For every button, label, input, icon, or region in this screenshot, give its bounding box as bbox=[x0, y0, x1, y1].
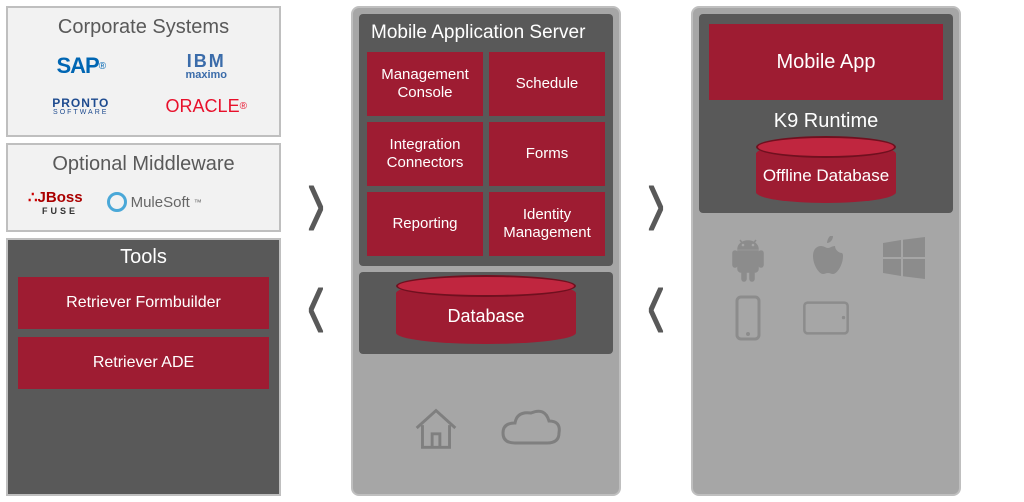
platform-icons bbox=[699, 219, 953, 357]
arrows-center-right: › ‹ bbox=[621, 6, 691, 496]
database-cylinder-icon: Database bbox=[396, 282, 576, 344]
tablet-icon bbox=[801, 293, 851, 343]
database-panel: Database bbox=[359, 272, 613, 354]
app-server-title: Mobile Application Server bbox=[371, 22, 605, 44]
deployment-icons bbox=[359, 360, 613, 488]
runtime-label: K9 Runtime bbox=[774, 110, 879, 133]
jboss-fuse-logo: ∴JBossFUSE bbox=[28, 188, 83, 216]
module-schedule: Schedule bbox=[489, 52, 605, 116]
pronto-logo: PRONTOSOFTWARE bbox=[28, 91, 134, 121]
tool-formbuilder: Retriever Formbuilder bbox=[18, 277, 269, 329]
tool-ade: Retriever ADE bbox=[18, 337, 269, 389]
sap-logo: SAP® bbox=[28, 51, 134, 81]
app-server-panel: Mobile Application Server Management Con… bbox=[359, 14, 613, 266]
corporate-systems-panel: Corporate Systems SAP® IBMmaximo PRONTOS… bbox=[6, 6, 281, 137]
middleware-title: Optional Middleware bbox=[18, 153, 269, 176]
tools-title: Tools bbox=[18, 246, 269, 269]
module-forms: Forms bbox=[489, 122, 605, 186]
arrows-left-center: › ‹ bbox=[281, 6, 351, 496]
mobile-app-block: Mobile App bbox=[709, 24, 943, 100]
modules-grid: Management Console Schedule Integration … bbox=[367, 52, 605, 256]
database-label: Database bbox=[447, 306, 524, 327]
android-icon bbox=[723, 233, 773, 283]
corporate-logo-grid: SAP® IBMmaximo PRONTOSOFTWARE ORACLE® bbox=[18, 47, 269, 125]
arrow-left-icon: ‹ bbox=[306, 244, 325, 359]
cloud-icon bbox=[495, 403, 565, 453]
center-column: Mobile Application Server Management Con… bbox=[351, 6, 621, 496]
offline-database-cylinder-icon: Offline Database bbox=[756, 143, 896, 203]
mulesoft-logo: MuleSoft™ bbox=[107, 192, 202, 212]
offline-database-label: Offline Database bbox=[763, 167, 889, 186]
corporate-systems-title: Corporate Systems bbox=[18, 16, 269, 39]
tools-panel: Tools Retriever Formbuilder Retriever AD… bbox=[6, 238, 281, 496]
phone-icon bbox=[723, 293, 773, 343]
left-column: Corporate Systems SAP® IBMmaximo PRONTOS… bbox=[6, 6, 281, 496]
tools-list: Retriever Formbuilder Retriever ADE bbox=[18, 277, 269, 389]
architecture-diagram: Corporate Systems SAP® IBMmaximo PRONTOS… bbox=[0, 0, 1024, 502]
arrow-left-icon: ‹ bbox=[646, 244, 665, 359]
oracle-logo: ORACLE® bbox=[154, 91, 260, 121]
apple-icon bbox=[801, 233, 851, 283]
module-identity-management: Identity Management bbox=[489, 192, 605, 256]
module-integration-connectors: Integration Connectors bbox=[367, 122, 483, 186]
right-column: Mobile App K9 Runtime Offline Database bbox=[691, 6, 961, 496]
ibm-maximo-logo: IBMmaximo bbox=[154, 51, 260, 81]
module-management-console: Management Console bbox=[367, 52, 483, 116]
module-reporting: Reporting bbox=[367, 192, 483, 256]
middleware-logo-row: ∴JBossFUSE MuleSoft™ bbox=[18, 184, 269, 220]
home-icon bbox=[407, 399, 465, 457]
windows-icon bbox=[879, 233, 929, 283]
mobile-runtime-panel: Mobile App K9 Runtime Offline Database bbox=[699, 14, 953, 213]
middleware-panel: Optional Middleware ∴JBossFUSE MuleSoft™ bbox=[6, 143, 281, 232]
